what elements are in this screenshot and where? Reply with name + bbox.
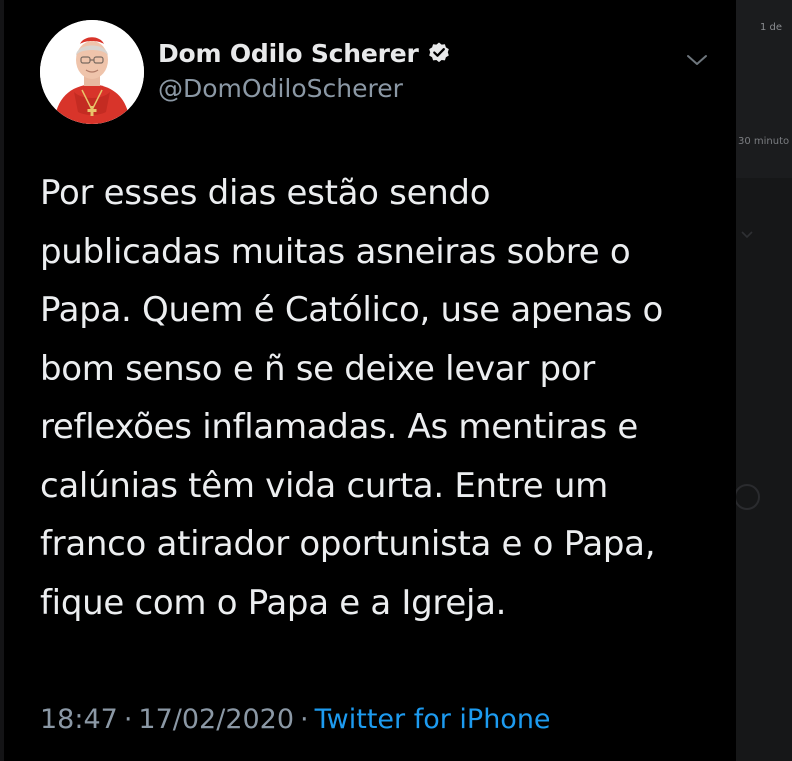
user-handle[interactable]: @DomOdiloScherer bbox=[158, 74, 451, 103]
tweet-text: Por esses dias estão sendo publicadas mu… bbox=[40, 173, 663, 623]
background-circle-icon bbox=[734, 484, 760, 510]
tweet-author: Dom Odilo Scherer @DomOdiloScherer bbox=[158, 36, 451, 103]
tweet-date[interactable]: 17/02/2020 bbox=[138, 704, 294, 735]
display-name-row: Dom Odilo Scherer bbox=[158, 36, 451, 70]
background-page-indicator: 1 de bbox=[760, 22, 783, 33]
meta-separator: · bbox=[123, 704, 133, 735]
tweet-meta: 18:47 · 17/02/2020 · Twitter for iPhone bbox=[40, 704, 551, 735]
avatar[interactable] bbox=[40, 20, 144, 124]
avatar-photo bbox=[40, 20, 144, 124]
tweet-source-link[interactable]: Twitter for iPhone bbox=[315, 704, 551, 735]
meta-separator: · bbox=[300, 704, 309, 735]
background-minutes-label: 30 minuto bbox=[738, 136, 790, 147]
display-name[interactable]: Dom Odilo Scherer bbox=[158, 39, 419, 68]
verified-badge-icon bbox=[428, 42, 449, 63]
more-options-button[interactable] bbox=[680, 46, 714, 74]
chevron-down-icon bbox=[687, 55, 707, 65]
tweet-time[interactable]: 18:47 bbox=[40, 704, 118, 735]
tweet-card: Dom Odilo Scherer @DomOdiloScherer Por e… bbox=[4, 0, 736, 761]
tweet-header: Dom Odilo Scherer @DomOdiloScherer bbox=[40, 20, 736, 128]
screenshot-stage: 1 de 30 minuto Dom Odilo Scherer @DomOdi… bbox=[0, 0, 792, 761]
background-chevron-icon bbox=[741, 231, 753, 239]
